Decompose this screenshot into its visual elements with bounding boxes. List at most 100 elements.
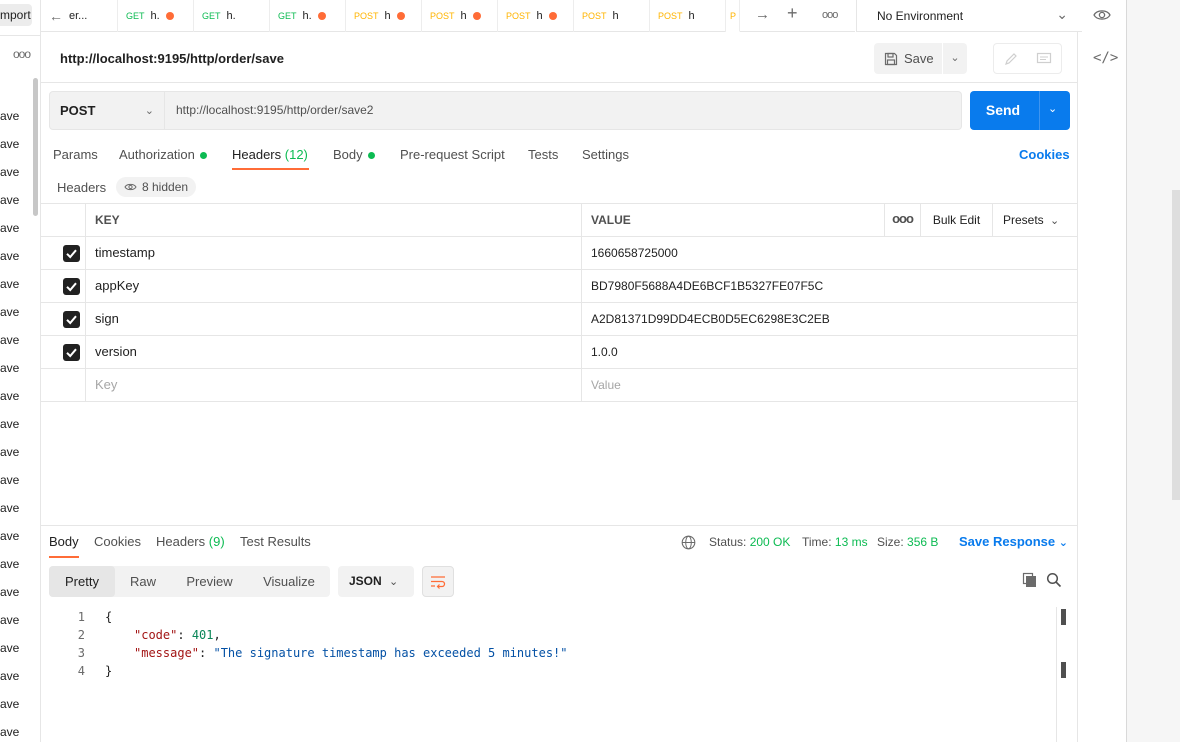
copy-icon[interactable]	[1022, 572, 1038, 588]
sidebar-item[interactable]: ave	[0, 249, 20, 263]
size-readout[interactable]: Size: 356 B	[877, 535, 938, 549]
key-input[interactable]: Key	[86, 369, 582, 402]
wrap-lines-icon[interactable]	[422, 566, 454, 597]
time-readout[interactable]: Time: 13 ms	[802, 535, 868, 549]
sidebar-item[interactable]: ave	[0, 613, 20, 627]
sidebar-item[interactable]: ave	[0, 193, 20, 207]
request-tab[interactable]: POST h	[422, 0, 498, 32]
sidebar-item[interactable]: ave	[0, 725, 20, 739]
sidebar-item[interactable]: ave	[0, 165, 20, 179]
value-input[interactable]: Value	[582, 369, 1077, 402]
arrow-right-icon[interactable]: →	[755, 6, 770, 23]
sidebar-item[interactable]: ave	[0, 557, 20, 571]
request-tab[interactable]: POST h	[346, 0, 422, 32]
response-tab-body[interactable]: Body	[49, 534, 79, 549]
request-tab[interactable]: POST h	[498, 0, 574, 32]
eye-icon[interactable]	[1093, 6, 1111, 24]
back-arrow-icon[interactable]: ←	[49, 8, 63, 24]
cookies-link[interactable]: Cookies	[1019, 147, 1070, 162]
send-button[interactable]: Send ⌄	[970, 91, 1070, 130]
header-key[interactable]: appKey	[86, 270, 582, 303]
comment-icon[interactable]	[1028, 44, 1062, 73]
save-button[interactable]: Save	[874, 43, 942, 74]
sidebar-item[interactable]: ave	[0, 501, 20, 515]
hidden-headers-toggle[interactable]: 8 hidden	[116, 177, 197, 197]
sidebar-item[interactable]: ave	[0, 641, 20, 655]
view-visualize-button[interactable]: Visualize	[248, 566, 330, 597]
view-preview-button[interactable]: Preview	[171, 566, 248, 597]
code-snippet-icon[interactable]: </>	[1093, 50, 1118, 66]
sidebar-item[interactable]: ave	[0, 473, 20, 487]
sidebar-item[interactable]: ave	[0, 221, 20, 235]
search-icon[interactable]	[1046, 572, 1062, 588]
save-response-button[interactable]: Save Response ⌄	[959, 534, 1068, 549]
sidebar-item[interactable]: ave	[0, 529, 20, 543]
import-button[interactable]: mport	[0, 4, 32, 26]
tab-params[interactable]: Params	[53, 147, 98, 162]
pane-divider[interactable]	[41, 525, 1077, 526]
sidebar-item[interactable]: ave	[0, 417, 20, 431]
header-checkbox[interactable]	[63, 344, 80, 361]
header-key[interactable]: timestamp	[86, 237, 582, 270]
method-select[interactable]: POST ⌄	[49, 91, 165, 130]
request-tab[interactable]: GET h.	[118, 0, 194, 32]
tab-tests[interactable]: Tests	[528, 147, 558, 162]
tab-headers[interactable]: Headers (12)	[232, 147, 308, 162]
tab-title: er...	[69, 10, 88, 22]
response-tab-test-results[interactable]: Test Results	[240, 534, 311, 549]
sidebar-item[interactable]: ave	[0, 669, 20, 683]
bulk-edit-button[interactable]: Bulk Edit	[921, 204, 993, 237]
header-checkbox[interactable]	[63, 311, 80, 328]
request-title[interactable]: http://localhost:9195/http/order/save	[60, 51, 284, 66]
status-readout[interactable]: Status: 200 OK	[709, 535, 790, 549]
sidebar-more-icon[interactable]: ooo	[13, 47, 31, 61]
request-tab[interactable]: ← er...	[41, 0, 118, 32]
header-value[interactable]: 1.0.0	[582, 336, 1077, 369]
sidebar-item[interactable]: ave	[0, 333, 20, 347]
column-options-icon[interactable]: ooo	[885, 204, 921, 237]
response-body-editor[interactable]: 1 2 3 4 { "code": 401, "message": "The s…	[49, 607, 1069, 742]
response-tab-cookies[interactable]: Cookies	[94, 534, 141, 549]
url-input[interactable]: http://localhost:9195/http/order/save2	[165, 91, 962, 130]
tab-settings[interactable]: Settings	[582, 147, 629, 162]
tabs-more-icon[interactable]: ooo	[822, 9, 838, 21]
request-tab[interactable]: POST h	[574, 0, 650, 32]
tab-prerequest-script[interactable]: Pre-request Script	[400, 147, 505, 162]
view-pretty-button[interactable]: Pretty	[49, 566, 115, 597]
presets-dropdown[interactable]: Presets ⌄	[993, 204, 1077, 237]
response-tab-headers[interactable]: Headers (9)	[156, 534, 225, 549]
sidebar-item[interactable]: ave	[0, 137, 20, 151]
send-dropdown-chevron-icon[interactable]: ⌄	[1048, 102, 1057, 115]
sidebar-item[interactable]: ave	[0, 697, 20, 711]
save-dropdown-chevron-icon[interactable]: ⌄	[943, 43, 967, 74]
format-select[interactable]: JSON ⌄	[338, 566, 414, 597]
new-tab-plus-icon[interactable]: +	[787, 3, 798, 24]
globe-icon[interactable]	[681, 535, 696, 550]
sidebar-item[interactable]: ave	[0, 305, 20, 319]
view-raw-button[interactable]: Raw	[115, 566, 171, 597]
header-checkbox[interactable]	[63, 245, 80, 262]
sidebar-item[interactable]: ave	[0, 445, 20, 459]
header-value[interactable]: BD7980F5688A4DE6BCF1B5327FE07F5C	[582, 270, 1077, 303]
header-key[interactable]: version	[86, 336, 582, 369]
editor-scroll-track[interactable]	[1056, 607, 1057, 742]
sidebar-item[interactable]: ave	[0, 109, 20, 123]
header-checkbox[interactable]	[63, 278, 80, 295]
window-scrollbar[interactable]	[1172, 190, 1180, 500]
header-value[interactable]: A2D81371D99DD4ECB0D5EC6298E3C2EB	[582, 303, 1077, 336]
request-tab[interactable]: GET h.	[194, 0, 270, 32]
tab-body[interactable]: Body	[333, 147, 375, 162]
tab-authorization[interactable]: Authorization	[119, 147, 207, 162]
pencil-icon[interactable]	[994, 44, 1028, 73]
request-tab[interactable]: GET h.	[270, 0, 346, 32]
header-value[interactable]: 1660658725000	[582, 237, 1077, 270]
sidebar-item[interactable]: ave	[0, 389, 20, 403]
sidebar-item[interactable]: ave	[0, 277, 20, 291]
sidebar-item[interactable]: ave	[0, 361, 20, 375]
request-tab[interactable]: POST h	[650, 0, 726, 32]
sidebar-scrollbar[interactable]	[33, 78, 38, 216]
request-tab-active[interactable]: P	[726, 0, 740, 32]
header-key[interactable]: sign	[86, 303, 582, 336]
environment-selector[interactable]: No Environment ⌄	[856, 0, 1082, 32]
sidebar-item[interactable]: ave	[0, 585, 20, 599]
